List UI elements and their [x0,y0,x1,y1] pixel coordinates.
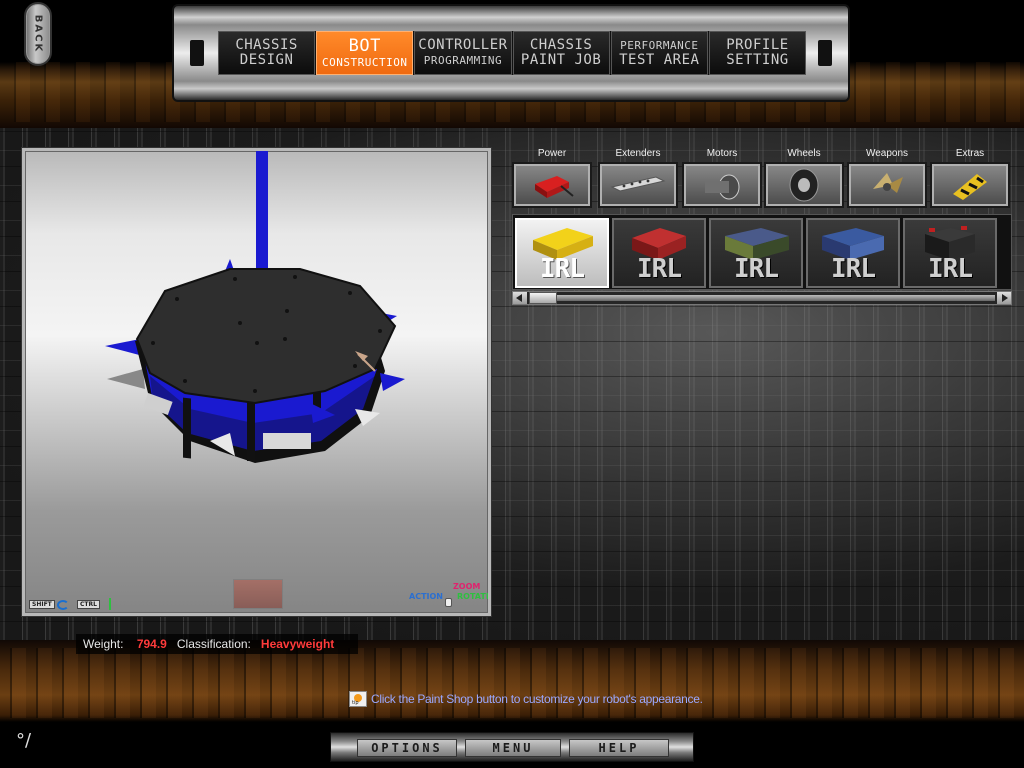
tab-chassis-design[interactable]: CHASSIS DESIGN [218,31,316,75]
scroll-left-icon[interactable] [513,292,527,304]
category-weapons-button[interactable] [847,162,927,208]
part-label: IRL [831,254,876,284]
wheel-icon [789,168,819,202]
tab-label-line2: SETTING [726,52,789,68]
scroll-right-icon[interactable] [997,292,1011,304]
battery-icon [535,176,574,198]
tip-bar: tip Click the Paint Shop button to custo… [349,690,703,708]
part-label: IRL [540,254,585,284]
tab-label-line1: CHASSIS [235,37,298,53]
tab-label-line1: PROFILE [726,37,789,53]
part-label: IRL [734,254,779,284]
options-button[interactable]: OPTIONS [357,739,457,757]
shift-key-hint: SHIFT [29,600,55,609]
mouse-icon [445,598,452,607]
parts-scrollbar[interactable] [512,291,1012,305]
tab-performance-test-area[interactable]: PERFORMANCE TEST AREA [610,31,708,75]
tip-text: Click the Paint Shop button to customize… [371,692,703,706]
zoom-hint: ZOOM [453,582,481,591]
tab-label-line1: PERFORMANCE [620,39,699,52]
selected-part-thumbnail [233,579,283,609]
tab-label-line2: PAINT JOB [520,52,602,68]
part-card[interactable]: IRL [515,218,609,288]
tab-bot-construction[interactable]: BOT CONSTRUCTION [316,31,414,75]
rotate-hint: ROTATE [457,592,491,601]
weight-label: Weight: [83,637,124,651]
scroll-thumb[interactable] [529,292,557,304]
tab-label-line2: CONSTRUCTION [322,55,408,69]
tab-label-line1: CHASSIS [529,37,593,53]
part-card[interactable]: IRL [806,218,900,288]
category-extras-button[interactable] [930,162,1010,208]
back-button[interactable]: BACK [24,2,52,66]
tab-profile-setting[interactable]: PROFILE SETTING [708,31,807,75]
rotate-icon [57,600,69,610]
part-card[interactable]: IRL [903,218,997,288]
extras-icon [953,174,987,200]
tip-icon-text: tip [352,700,359,706]
action-hint: ACTION [409,592,443,601]
robot-3d-viewport[interactable]: SHIFT CTRL ACTION ZOOM ROTATE [22,148,491,616]
category-label-power: Power [537,148,567,159]
bot-status-bar: Weight: 794.9 Classification: Heavyweigh… [76,634,358,654]
category-extenders-button[interactable] [598,162,678,208]
tab-label-line1: BOT [348,35,381,56]
parts-list: IRL IRL IRL IRL IRL [512,214,1012,290]
weight-value: 794.9 [136,637,167,651]
move-vertical-icon [109,598,111,610]
tab-chassis-paint-job[interactable]: CHASSIS PAINT JOB [512,31,610,75]
robot-model [105,151,405,463]
tab-label-line2: PROGRAMMING [423,54,503,67]
tab-label-line2: DESIGN [239,52,294,68]
classification-value: Heavyweight [260,637,335,651]
tab-label-line2: TEST AREA [619,52,700,68]
part-card[interactable]: IRL [709,218,803,288]
tab-controller-programming[interactable]: CONTROLLER PROGRAMMING [414,31,512,75]
classification-label: Classification: [176,637,251,651]
weapon-icon [873,173,903,193]
part-card[interactable]: IRL [612,218,706,288]
extender-bar-icon [610,176,666,192]
category-label-extenders: Extenders [615,148,661,159]
scroll-track [557,295,995,301]
logo-icon: °/ [16,730,32,751]
help-button[interactable]: HELP [569,739,669,757]
back-button-label: BACK [32,14,44,54]
ctrl-key-hint: CTRL [77,600,100,609]
tab-label-line1: CONTROLLER [418,37,508,53]
category-label-motors: Motors [706,148,738,159]
menu-button[interactable]: MENU [465,739,561,757]
category-motors-button[interactable] [682,162,762,208]
category-label-extras: Extras [955,148,985,159]
category-power-button[interactable] [512,162,592,208]
motor-icon [705,174,740,200]
category-label-weapons: Weapons [865,148,909,159]
part-label: IRL [928,254,973,284]
category-wheels-button[interactable] [764,162,844,208]
category-label-wheels: Wheels [787,148,821,159]
top-nav: CHASSIS DESIGN BOT CONSTRUCTION CONTROLL… [218,31,807,75]
part-label: IRL [637,254,682,284]
bottom-menu-bar: OPTIONS MENU HELP [330,732,694,762]
tip-icon: tip [349,691,367,707]
